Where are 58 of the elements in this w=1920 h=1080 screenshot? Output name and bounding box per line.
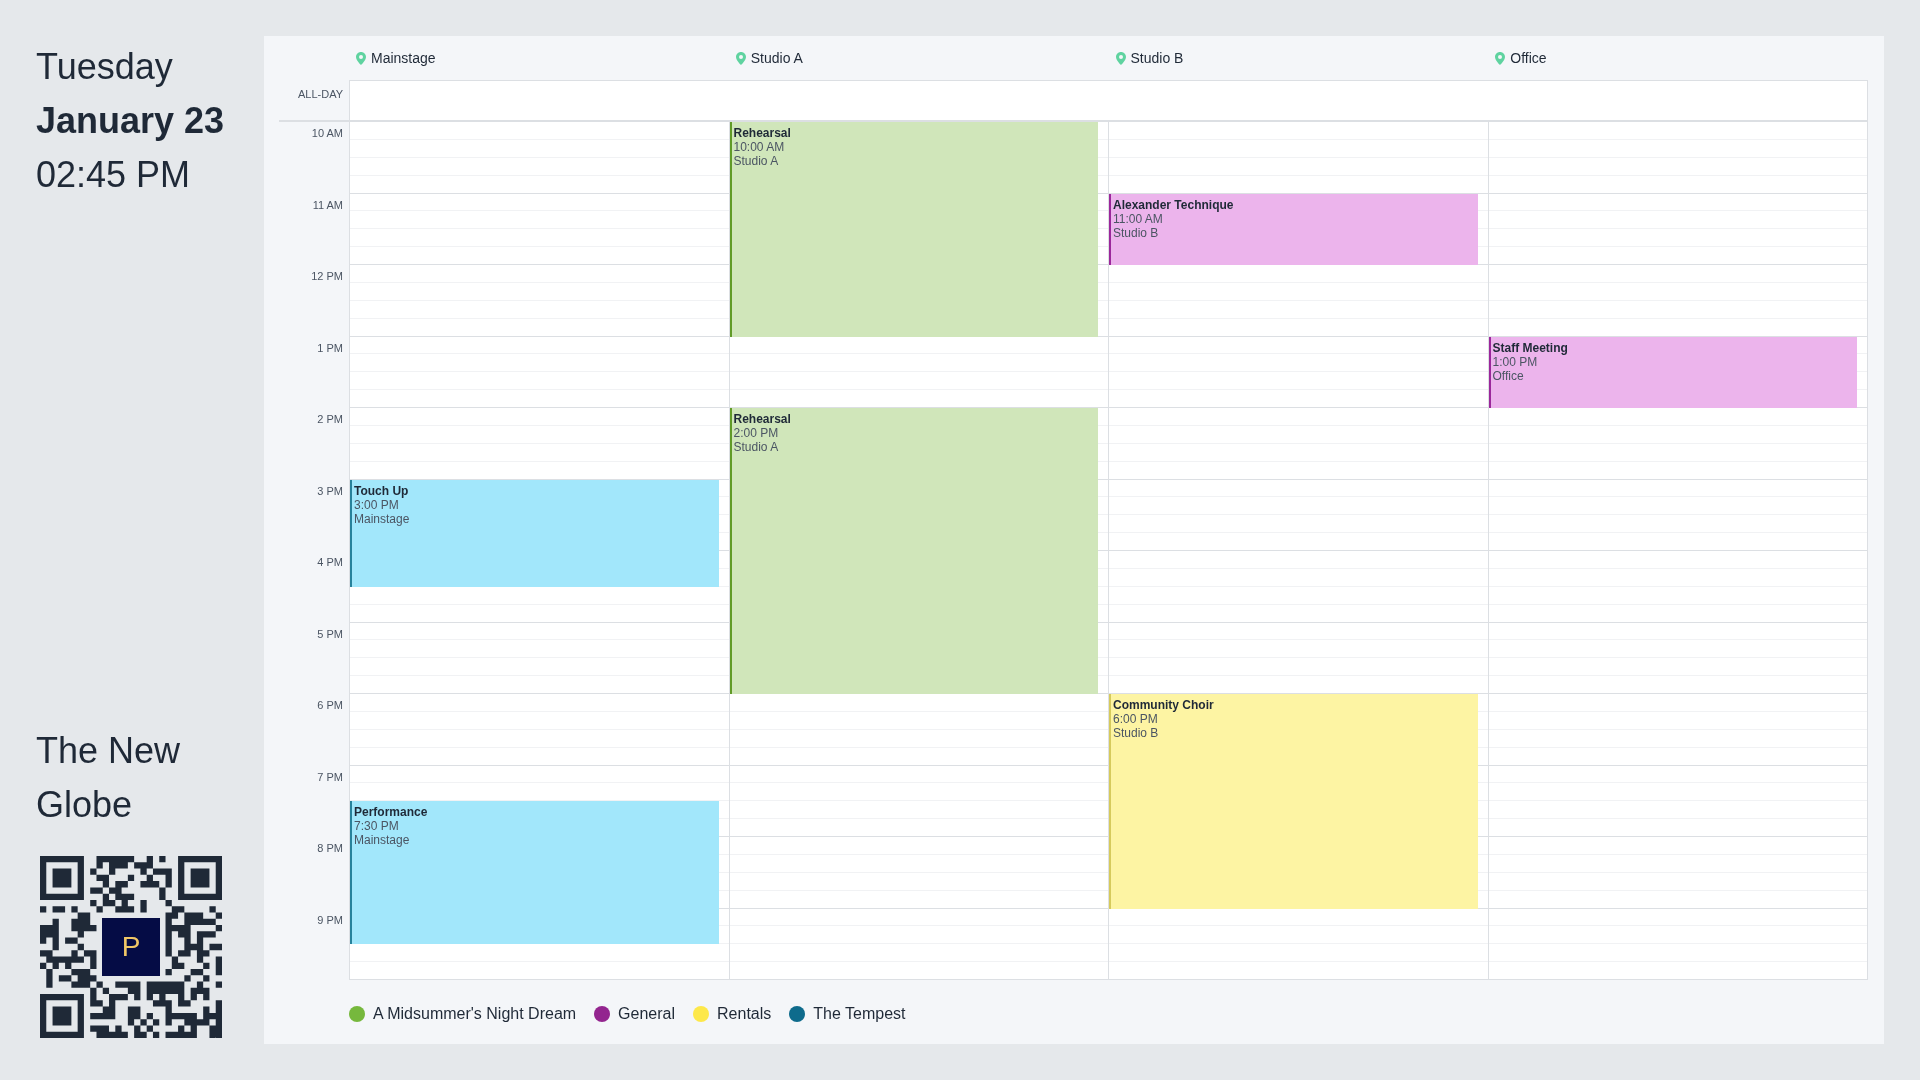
hour-label: 9 PM (317, 912, 343, 926)
event-card[interactable]: Performance 7:30 PM Mainstage (350, 801, 719, 945)
date: January 23 (36, 99, 226, 143)
event-title: Performance (354, 805, 429, 820)
event-time: 10:00 AM (733, 140, 786, 154)
column-header: Mainstage (371, 48, 436, 68)
map-pin-icon (1495, 51, 1506, 65)
all-day-label: ALL-DAY (297, 87, 343, 102)
column-header: Studio A (750, 48, 803, 68)
hour-label: 6 PM (317, 698, 343, 711)
event-title: Staff Meeting (1492, 340, 1569, 355)
logo-badge: P (102, 918, 160, 976)
legend-label: A Midsummer's Night Dream (373, 1004, 577, 1024)
weekday: Tuesday (36, 45, 174, 89)
event-location: Studio B (1113, 225, 1160, 240)
hour-label: 10 AM (311, 126, 343, 139)
column-header: Office (1510, 48, 1547, 68)
event-time: 3:00 PM (354, 497, 399, 512)
event-card[interactable]: Rehearsal 2:00 PM Studio A (729, 408, 1098, 694)
hour-label: 8 PM (317, 841, 343, 854)
event-title: Touch Up (354, 483, 410, 498)
legend-label: The Tempest (813, 1004, 906, 1024)
event-card[interactable]: Touch Up 3:00 PM Mainstage (350, 479, 719, 587)
legend-label: Rentals (717, 1004, 772, 1024)
event-location: Studio B (1113, 726, 1160, 740)
hour-label: 1 PM (317, 340, 343, 354)
legend-label: General (618, 1004, 676, 1024)
hour-label: 12 PM (311, 269, 343, 282)
event-time: 1:00 PM (1492, 354, 1538, 369)
event-time: 11:00 AM (1113, 211, 1164, 226)
event-location: Studio A (733, 440, 780, 454)
event-location: Office (1492, 368, 1525, 383)
event-time: 6:00 PM (1113, 712, 1159, 726)
time: 02:45 PM (36, 153, 192, 197)
event-card[interactable]: Alexander Technique 11:00 AM Studio B (1109, 193, 1478, 265)
event-location: Mainstage (354, 833, 411, 848)
hour-label: 4 PM (317, 555, 343, 568)
hour-label: 2 PM (317, 412, 343, 425)
map-pin-icon (735, 51, 746, 65)
event-card[interactable]: Community Choir 6:00 PM Studio B (1109, 694, 1478, 909)
event-location: Mainstage (354, 511, 411, 526)
hour-label: 7 PM (317, 769, 343, 783)
event-card[interactable]: Rehearsal 10:00 AM Studio A (729, 122, 1098, 337)
event-location: Studio A (733, 154, 780, 168)
map-pin-icon (1115, 51, 1126, 65)
event-title: Rehearsal (733, 126, 792, 140)
event-title: Community Choir (1113, 698, 1215, 712)
map-pin-icon (356, 51, 366, 65)
event-time: 2:00 PM (733, 426, 780, 440)
venue-name: The New Globe (36, 729, 182, 827)
hour-label: 3 PM (317, 483, 343, 497)
event-card[interactable]: Staff Meeting 1:00 PM Office (1488, 336, 1857, 408)
hour-label: 11 AM (312, 197, 343, 211)
hour-label: 5 PM (317, 626, 343, 640)
event-title: Rehearsal (733, 412, 792, 426)
event-title: Alexander Technique (1113, 197, 1235, 212)
event-time: 7:30 PM (354, 819, 400, 834)
column-header: Studio B (1130, 48, 1184, 68)
